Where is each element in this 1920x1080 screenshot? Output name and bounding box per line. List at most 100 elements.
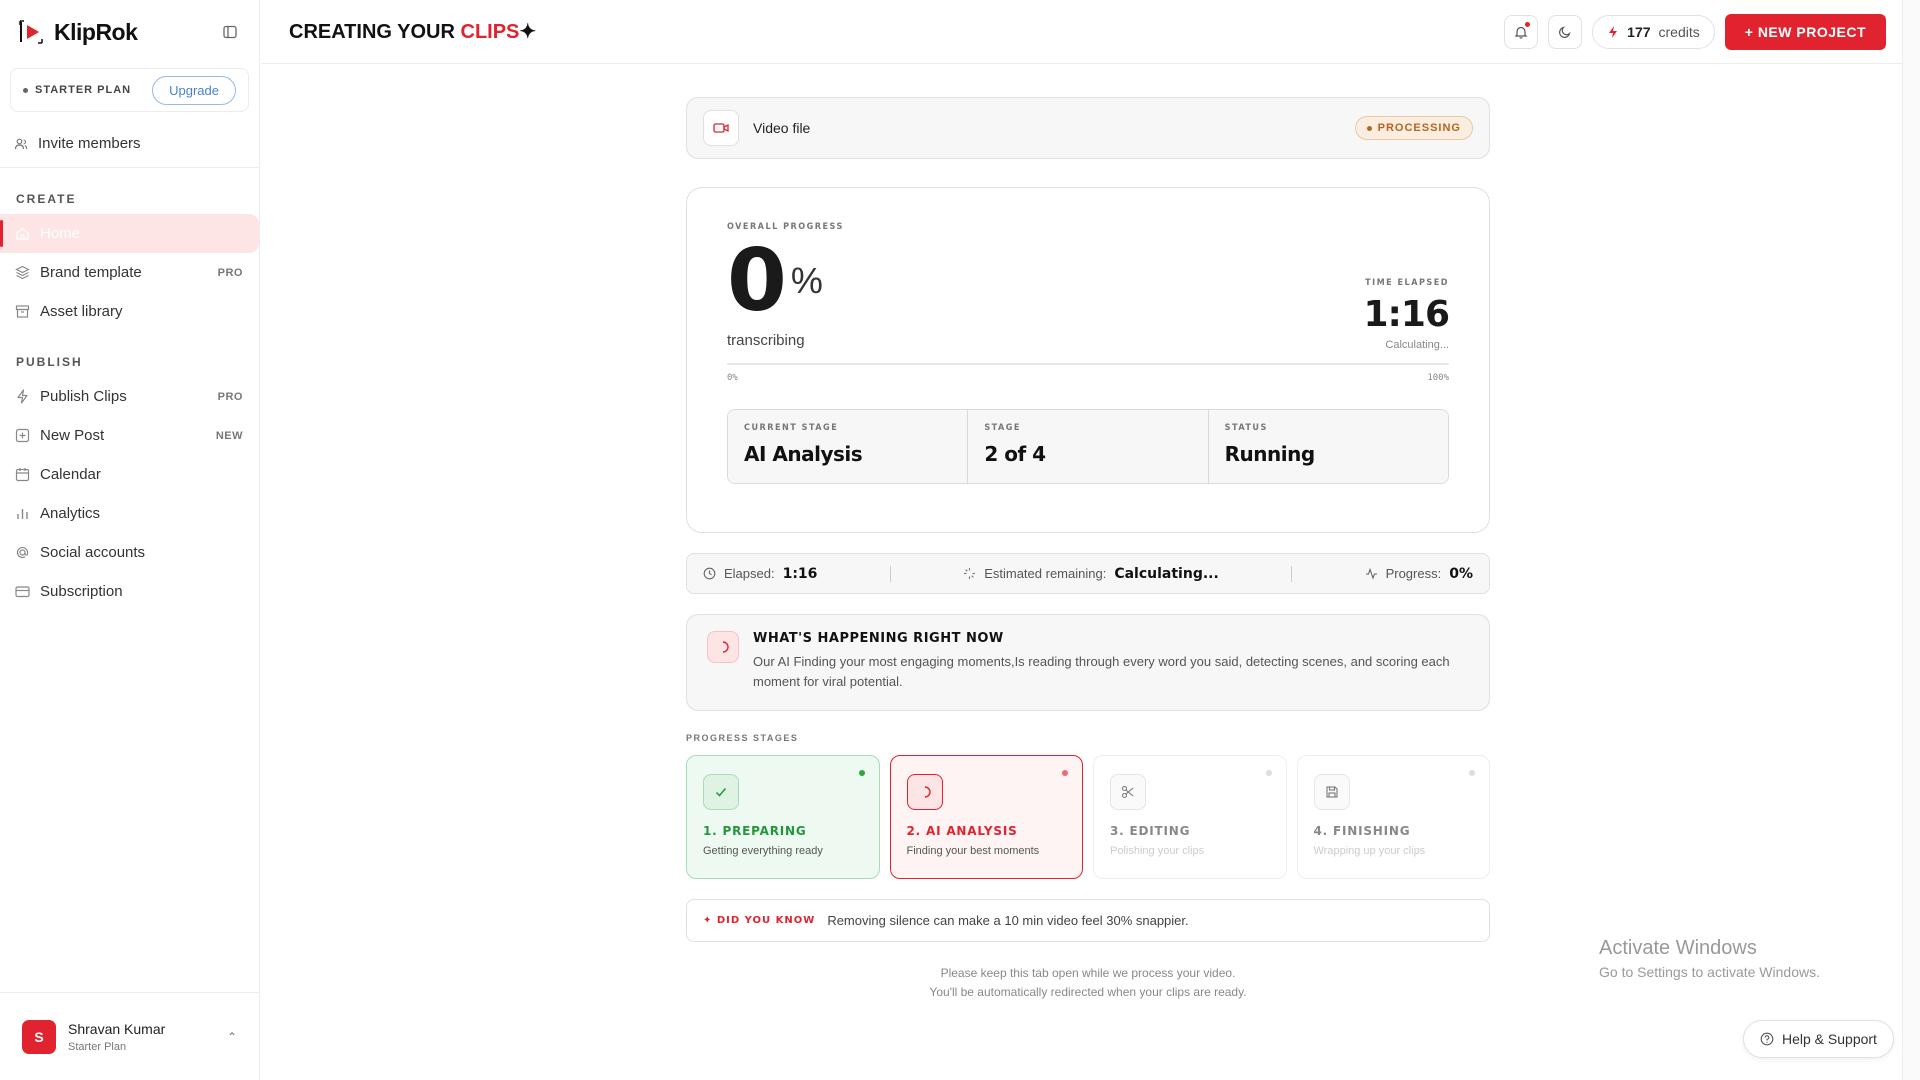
avatar: S	[22, 1019, 56, 1054]
progress-stages-label: PROGRESS STAGES	[686, 733, 799, 743]
plan-dot-icon	[23, 87, 28, 93]
stage-value: 2 of 4	[984, 442, 1046, 466]
status-dot	[1366, 125, 1372, 131]
stage-card-preparing: 1. PREPARING Getting everything ready	[686, 755, 880, 879]
tip-tag: ✦ DID YOU KNOW	[703, 915, 816, 926]
footnote-line-2: You'll be automatically redirected when …	[929, 985, 1247, 999]
logo[interactable]: KlipRok	[18, 18, 138, 46]
help-support-label: Help & Support	[1782, 1031, 1877, 1047]
sidebar-item-label: Subscription	[40, 583, 123, 600]
progress-stages: 1. PREPARING Getting everything ready 2.…	[686, 755, 1490, 879]
progress-value: 0%	[1449, 565, 1473, 582]
sidebar: KlipRok STARTER PLAN Upgrade Invite memb…	[0, 0, 260, 1080]
sidebar-item-new-post[interactable]: New Post NEW	[0, 416, 259, 455]
archive-icon	[14, 304, 30, 320]
bell-icon	[1514, 26, 1528, 39]
logo-mark-icon	[19, 20, 43, 44]
file-card: Video file PROCESSING	[686, 97, 1490, 159]
new-badge: NEW	[215, 429, 243, 442]
spinner-icon	[906, 774, 943, 810]
sidebar-item-analytics[interactable]: Analytics	[0, 494, 259, 533]
sidebar-item-label: Asset library	[40, 303, 123, 320]
sidebar-item-label: Home	[40, 225, 81, 242]
layers-icon	[14, 265, 30, 281]
main-content: Video file PROCESSING OVERALL PROGRESS 0…	[686, 97, 1490, 1002]
elapsed-value: 1:16	[782, 565, 818, 582]
stage-desc: Wrapping up your clips	[1313, 845, 1426, 857]
page-scrollbar[interactable]	[1902, 0, 1920, 1080]
page-title-prefix: CREATING YOUR	[289, 21, 455, 43]
pro-badge: PRO	[217, 390, 243, 403]
stage-card-finishing: 4. FINISHING Wrapping up your clips	[1296, 755, 1490, 879]
credits-label: credits	[1658, 23, 1700, 40]
status-badge-label: PROCESSING	[1377, 122, 1461, 134]
progress-percent: 0	[727, 231, 787, 331]
remaining-stat: Estimated remaining: Calculating...	[963, 566, 1219, 582]
activity-icon	[1365, 567, 1377, 580]
sidebar-item-social-accounts[interactable]: Social accounts	[0, 533, 259, 572]
sidebar-item-brand-template[interactable]: Brand template PRO	[0, 253, 259, 292]
page-title-accent: CLIPS	[460, 21, 520, 43]
whats-happening-card: WHAT'S HAPPENING RIGHT NOW Our AI Findin…	[686, 614, 1490, 711]
credits-pill[interactable]: 177 credits	[1592, 14, 1715, 49]
stage-status-dot	[858, 770, 865, 776]
logo-row: KlipRok	[0, 0, 259, 64]
help-circle-icon	[1760, 1032, 1774, 1046]
publish-section-title: PUBLISH	[16, 355, 83, 369]
sidebar-item-publish-clips[interactable]: Publish Clips PRO	[0, 377, 259, 416]
pro-badge: PRO	[217, 266, 243, 279]
sidebar-item-label: Publish Clips	[40, 388, 127, 405]
user-menu[interactable]: S Shravan Kumar Starter Plan ⌃	[0, 992, 259, 1080]
collapse-sidebar-button[interactable]	[219, 21, 241, 43]
user-plan: Starter Plan	[68, 1040, 127, 1053]
sidebar-item-subscription[interactable]: Subscription	[0, 572, 259, 611]
stage-label: STAGE	[984, 423, 1021, 433]
sparkle-icon: ✦	[519, 21, 537, 43]
stage-summary: CURRENT STAGE AI Analysis STAGE 2 of 4 S…	[727, 409, 1449, 484]
user-info: Shravan Kumar Starter Plan	[68, 1021, 165, 1053]
divider	[1291, 565, 1293, 582]
sidebar-toggle-icon	[223, 25, 237, 39]
invite-members-button[interactable]: Invite members	[0, 120, 259, 168]
sidebar-item-asset-library[interactable]: Asset library	[0, 292, 259, 331]
stage-desc: Polishing your clips	[1110, 845, 1205, 857]
moon-icon	[1559, 25, 1571, 38]
stage-status-dot	[1265, 770, 1272, 776]
sidebar-item-home[interactable]: Home	[0, 214, 259, 253]
whats-happening-text: Our AI Finding your most engaging moment…	[753, 654, 1450, 689]
divider	[889, 565, 891, 582]
app-name: KlipRok	[54, 18, 138, 45]
sidebar-item-label: Analytics	[40, 505, 101, 522]
upgrade-button[interactable]: Upgrade	[152, 75, 236, 105]
theme-toggle-button[interactable]	[1548, 14, 1583, 49]
footnote-line-1: Please keep this tab open while we proce…	[940, 966, 1236, 980]
stage-count-cell: STAGE 2 of 4	[968, 410, 1209, 483]
file-name: Video file	[753, 120, 811, 136]
did-you-know-tip: ✦ DID YOU KNOW Removing silence can make…	[686, 899, 1490, 942]
remaining-label: Estimated remaining:	[984, 566, 1107, 581]
plus-square-icon	[14, 428, 30, 444]
stage-card-ai-analysis: 2. AI ANALYSIS Finding your best moments	[889, 755, 1083, 879]
new-project-button[interactable]: + NEW PROJECT	[1724, 13, 1886, 50]
user-name: Shravan Kumar	[68, 1020, 166, 1037]
bolt-icon	[14, 389, 30, 405]
current-stage-label: CURRENT STAGE	[744, 423, 839, 433]
elapsed-stat: Elapsed: 1:16	[703, 566, 817, 582]
create-section-title: CREATE	[16, 192, 77, 206]
status-value: Running	[1224, 442, 1316, 466]
sidebar-item-calendar[interactable]: Calendar	[0, 455, 259, 494]
time-elapsed-label: TIME ELAPSED	[1365, 278, 1449, 288]
overall-progress: 0 %	[727, 238, 1449, 324]
eta-calculating: Calculating...	[1385, 339, 1449, 351]
chevron-up-icon: ⌃	[226, 1029, 237, 1044]
help-support-button[interactable]: Help & Support	[1743, 1020, 1894, 1058]
header-actions: 177 credits + NEW PROJECT	[1504, 13, 1886, 50]
elapsed-label: Elapsed:	[724, 566, 775, 581]
progress-card: OVERALL PROGRESS 0 % transcribing TIME E…	[686, 187, 1490, 533]
track-max-label: 100%	[1427, 373, 1449, 383]
bolt-icon	[1609, 25, 1618, 38]
notifications-button[interactable]	[1504, 14, 1539, 49]
time-elapsed: TIME ELAPSED 1:16 Calculating...	[1363, 278, 1450, 351]
stage-status-dot	[1469, 770, 1475, 776]
stage-desc: Getting everything ready	[703, 845, 823, 857]
